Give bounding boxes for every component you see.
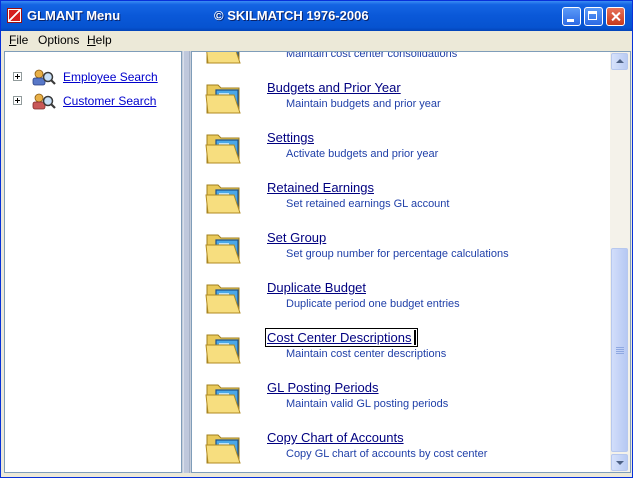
list-item-budgets-prior-year[interactable]: Budgets and Prior Year Maintain budgets … [192, 75, 612, 125]
scroll-up-button[interactable] [611, 53, 628, 70]
expand-icon[interactable] [13, 96, 22, 105]
list-item-settings[interactable]: Settings Activate budgets and prior year [192, 125, 612, 175]
copyright-title: © SKILMATCH 1976-2006 [214, 8, 369, 23]
pane-splitter[interactable] [182, 51, 191, 473]
item-title-link[interactable]: Retained Earnings [267, 180, 374, 195]
folder-monitor-icon [205, 184, 241, 214]
title-bar[interactable]: GLMANT Menu © SKILMATCH 1976-2006 [1, 1, 632, 31]
list-item-gl-posting-periods[interactable]: GL Posting Periods Maintain valid GL pos… [192, 375, 612, 425]
window-title: GLMANT Menu [27, 8, 121, 23]
grip-icon [616, 347, 624, 354]
folder-monitor-icon [205, 234, 241, 264]
splitter-handle[interactable] [183, 51, 190, 473]
vertical-scrollbar[interactable] [610, 52, 630, 472]
close-button[interactable] [606, 7, 625, 26]
item-title-link[interactable]: Copy Chart of Accounts [267, 430, 404, 445]
scroll-thumb[interactable] [611, 248, 628, 452]
item-description: Set retained earnings GL account [286, 198, 450, 210]
expand-icon[interactable] [13, 72, 22, 81]
item-title-link[interactable]: Duplicate Budget [267, 280, 366, 295]
item-description: Maintain cost center descriptions [286, 348, 447, 360]
customer-search-icon [32, 93, 56, 110]
scroll-down-arrow-icon [616, 461, 624, 465]
navigation-tree: Employee Search Customer Search [4, 51, 182, 473]
tree-label[interactable]: Customer Search [63, 94, 156, 108]
item-description: Duplicate period one budget entries [286, 298, 460, 310]
list-item-cost-center-descriptions[interactable]: Cost Center Descriptions Maintain cost c… [192, 325, 612, 375]
item-description: Set group number for percentage calculat… [286, 248, 509, 260]
menu-bar: File Options Help [1, 31, 632, 50]
item-title-link[interactable]: Settings [267, 130, 314, 145]
tree-item-employee-search[interactable]: Employee Search [5, 67, 181, 87]
scroll-up-arrow-icon [616, 59, 624, 63]
item-description: Copy GL chart of accounts by cost center [286, 448, 488, 460]
list-item-duplicate-budget[interactable]: Duplicate Budget Duplicate period one bu… [192, 275, 612, 325]
minimize-icon [567, 19, 574, 22]
tree-item-customer-search[interactable]: Customer Search [5, 91, 181, 111]
folder-monitor-icon [205, 434, 241, 464]
item-title-link-focused[interactable]: Cost Center Descriptions [265, 328, 418, 347]
folder-monitor-icon [206, 52, 241, 64]
menu-file[interactable]: File [9, 33, 28, 47]
scroll-down-button[interactable] [611, 454, 628, 471]
folder-monitor-icon [205, 284, 241, 314]
menu-options[interactable]: Options [38, 33, 79, 47]
item-title-link[interactable]: GL Posting Periods [267, 380, 379, 395]
list-item-copy-chart-of-accounts[interactable]: Copy Chart of Accounts Copy GL chart of … [192, 425, 612, 472]
app-window: GLMANT Menu © SKILMATCH 1976-2006 File O… [0, 0, 633, 478]
close-icon [607, 8, 624, 25]
minimize-button[interactable] [562, 7, 581, 26]
item-title-link[interactable]: Set Group [267, 230, 326, 245]
item-description: Activate budgets and prior year [286, 148, 439, 160]
employee-search-icon [32, 69, 56, 86]
maximize-icon [588, 11, 597, 20]
list-item-set-group[interactable]: Set Group Set group number for percentag… [192, 225, 612, 275]
list-item-retained-earnings[interactable]: Retained Earnings Set retained earnings … [192, 175, 612, 225]
item-title-link[interactable]: Budgets and Prior Year [267, 80, 401, 95]
app-icon[interactable] [7, 8, 22, 23]
folder-monitor-icon [205, 134, 241, 164]
menu-help[interactable]: Help [87, 33, 112, 47]
item-description: Maintain cost center consolidations [286, 51, 458, 60]
maximize-button[interactable] [584, 7, 603, 26]
item-description: Maintain valid GL posting periods [286, 398, 449, 410]
folder-monitor-icon [205, 84, 241, 114]
folder-monitor-icon [205, 384, 241, 414]
tree-label[interactable]: Employee Search [63, 70, 158, 84]
item-description: Maintain budgets and prior year [286, 98, 441, 110]
list-item-partial[interactable]: Maintain cost center consolidations [192, 51, 612, 75]
menu-list-pane: Maintain cost center consolidations Budg… [191, 51, 631, 473]
folder-monitor-icon [205, 334, 241, 364]
